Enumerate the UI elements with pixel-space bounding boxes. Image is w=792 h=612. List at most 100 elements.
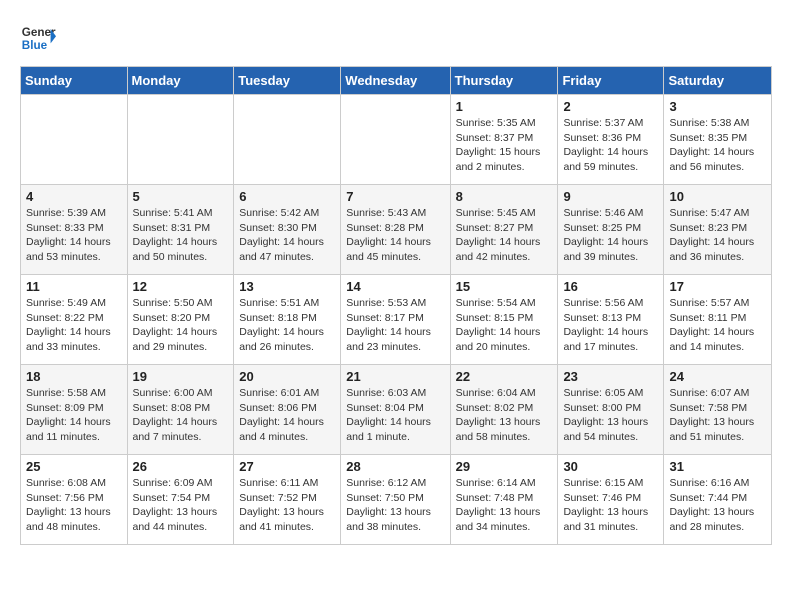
- day-cell: [21, 95, 128, 185]
- day-cell: 22 Sunrise: 6:04 AM Sunset: 8:02 PM Dayli…: [450, 365, 558, 455]
- day-number: 30: [563, 459, 658, 474]
- day-info: Sunrise: 5:47 AM Sunset: 8:23 PM Dayligh…: [669, 206, 766, 265]
- day-info: Sunrise: 6:03 AM Sunset: 8:04 PM Dayligh…: [346, 386, 444, 445]
- day-number: 4: [26, 189, 122, 204]
- day-number: 12: [133, 279, 229, 294]
- day-cell: 7 Sunrise: 5:43 AM Sunset: 8:28 PM Daylig…: [341, 185, 450, 275]
- day-number: 2: [563, 99, 658, 114]
- day-cell: 15 Sunrise: 5:54 AM Sunset: 8:15 PM Dayli…: [450, 275, 558, 365]
- week-row-5: 25 Sunrise: 6:08 AM Sunset: 7:56 PM Dayli…: [21, 455, 772, 545]
- day-cell: 2 Sunrise: 5:37 AM Sunset: 8:36 PM Daylig…: [558, 95, 664, 185]
- weekday-header-monday: Monday: [127, 67, 234, 95]
- day-number: 21: [346, 369, 444, 384]
- day-number: 15: [456, 279, 553, 294]
- day-cell: [127, 95, 234, 185]
- day-number: 18: [26, 369, 122, 384]
- calendar-table: SundayMondayTuesdayWednesdayThursdayFrid…: [20, 66, 772, 545]
- day-info: Sunrise: 5:56 AM Sunset: 8:13 PM Dayligh…: [563, 296, 658, 355]
- day-info: Sunrise: 5:53 AM Sunset: 8:17 PM Dayligh…: [346, 296, 444, 355]
- day-info: Sunrise: 6:07 AM Sunset: 7:58 PM Dayligh…: [669, 386, 766, 445]
- day-cell: 12 Sunrise: 5:50 AM Sunset: 8:20 PM Dayli…: [127, 275, 234, 365]
- day-number: 16: [563, 279, 658, 294]
- day-info: Sunrise: 6:05 AM Sunset: 8:00 PM Dayligh…: [563, 386, 658, 445]
- day-cell: 29 Sunrise: 6:14 AM Sunset: 7:48 PM Dayli…: [450, 455, 558, 545]
- day-info: Sunrise: 5:42 AM Sunset: 8:30 PM Dayligh…: [239, 206, 335, 265]
- day-info: Sunrise: 5:43 AM Sunset: 8:28 PM Dayligh…: [346, 206, 444, 265]
- day-cell: 3 Sunrise: 5:38 AM Sunset: 8:35 PM Daylig…: [664, 95, 772, 185]
- day-cell: 8 Sunrise: 5:45 AM Sunset: 8:27 PM Daylig…: [450, 185, 558, 275]
- day-cell: 13 Sunrise: 5:51 AM Sunset: 8:18 PM Dayli…: [234, 275, 341, 365]
- day-cell: 16 Sunrise: 5:56 AM Sunset: 8:13 PM Dayli…: [558, 275, 664, 365]
- day-number: 8: [456, 189, 553, 204]
- day-info: Sunrise: 5:54 AM Sunset: 8:15 PM Dayligh…: [456, 296, 553, 355]
- day-cell: 1Sunrise: 5:35 AM Sunset: 8:37 PM Daylig…: [450, 95, 558, 185]
- day-info: Sunrise: 5:38 AM Sunset: 8:35 PM Dayligh…: [669, 116, 766, 175]
- day-cell: 23Sunrise: 6:05 AM Sunset: 8:00 PM Dayli…: [558, 365, 664, 455]
- day-number: 27: [239, 459, 335, 474]
- day-number: 31: [669, 459, 766, 474]
- day-info: Sunrise: 6:15 AM Sunset: 7:46 PM Dayligh…: [563, 476, 658, 535]
- day-number: 9: [563, 189, 658, 204]
- day-cell: 4 Sunrise: 5:39 AM Sunset: 8:33 PM Daylig…: [21, 185, 128, 275]
- week-row-3: 11Sunrise: 5:49 AM Sunset: 8:22 PM Dayli…: [21, 275, 772, 365]
- day-cell: 25 Sunrise: 6:08 AM Sunset: 7:56 PM Dayli…: [21, 455, 128, 545]
- day-cell: 11Sunrise: 5:49 AM Sunset: 8:22 PM Dayli…: [21, 275, 128, 365]
- day-cell: 9 Sunrise: 5:46 AM Sunset: 8:25 PM Daylig…: [558, 185, 664, 275]
- day-info: Sunrise: 6:12 AM Sunset: 7:50 PM Dayligh…: [346, 476, 444, 535]
- day-number: 20: [239, 369, 335, 384]
- day-info: Sunrise: 5:39 AM Sunset: 8:33 PM Dayligh…: [26, 206, 122, 265]
- day-number: 17: [669, 279, 766, 294]
- weekday-header-wednesday: Wednesday: [341, 67, 450, 95]
- day-info: Sunrise: 6:14 AM Sunset: 7:48 PM Dayligh…: [456, 476, 553, 535]
- day-info: Sunrise: 6:04 AM Sunset: 8:02 PM Dayligh…: [456, 386, 553, 445]
- day-number: 14: [346, 279, 444, 294]
- day-info: Sunrise: 6:01 AM Sunset: 8:06 PM Dayligh…: [239, 386, 335, 445]
- day-cell: 17 Sunrise: 5:57 AM Sunset: 8:11 PM Dayli…: [664, 275, 772, 365]
- day-number: 19: [133, 369, 229, 384]
- weekday-header-saturday: Saturday: [664, 67, 772, 95]
- day-number: 22: [456, 369, 553, 384]
- day-cell: 5 Sunrise: 5:41 AM Sunset: 8:31 PM Daylig…: [127, 185, 234, 275]
- day-info: Sunrise: 5:51 AM Sunset: 8:18 PM Dayligh…: [239, 296, 335, 355]
- day-number: 28: [346, 459, 444, 474]
- day-info: Sunrise: 5:46 AM Sunset: 8:25 PM Dayligh…: [563, 206, 658, 265]
- week-row-4: 18Sunrise: 5:58 AM Sunset: 8:09 PM Dayli…: [21, 365, 772, 455]
- weekday-header-row: SundayMondayTuesdayWednesdayThursdayFrid…: [21, 67, 772, 95]
- week-row-1: 1Sunrise: 5:35 AM Sunset: 8:37 PM Daylig…: [21, 95, 772, 185]
- day-number: 26: [133, 459, 229, 474]
- day-info: Sunrise: 5:45 AM Sunset: 8:27 PM Dayligh…: [456, 206, 553, 265]
- day-number: 11: [26, 279, 122, 294]
- day-cell: 10Sunrise: 5:47 AM Sunset: 8:23 PM Dayli…: [664, 185, 772, 275]
- day-cell: 27 Sunrise: 6:11 AM Sunset: 7:52 PM Dayli…: [234, 455, 341, 545]
- day-info: Sunrise: 5:41 AM Sunset: 8:31 PM Dayligh…: [133, 206, 229, 265]
- page-header: General Blue: [20, 20, 772, 56]
- day-info: Sunrise: 5:37 AM Sunset: 8:36 PM Dayligh…: [563, 116, 658, 175]
- weekday-header-tuesday: Tuesday: [234, 67, 341, 95]
- day-cell: 6 Sunrise: 5:42 AM Sunset: 8:30 PM Daylig…: [234, 185, 341, 275]
- day-number: 6: [239, 189, 335, 204]
- day-cell: [341, 95, 450, 185]
- logo: General Blue: [20, 20, 56, 56]
- day-number: 25: [26, 459, 122, 474]
- svg-text:Blue: Blue: [22, 39, 48, 52]
- day-info: Sunrise: 5:50 AM Sunset: 8:20 PM Dayligh…: [133, 296, 229, 355]
- day-info: Sunrise: 6:00 AM Sunset: 8:08 PM Dayligh…: [133, 386, 229, 445]
- day-info: Sunrise: 5:57 AM Sunset: 8:11 PM Dayligh…: [669, 296, 766, 355]
- day-number: 29: [456, 459, 553, 474]
- week-row-2: 4 Sunrise: 5:39 AM Sunset: 8:33 PM Daylig…: [21, 185, 772, 275]
- day-cell: [234, 95, 341, 185]
- day-number: 1: [456, 99, 553, 114]
- day-cell: 21 Sunrise: 6:03 AM Sunset: 8:04 PM Dayli…: [341, 365, 450, 455]
- logo-icon: General Blue: [20, 20, 56, 56]
- weekday-header-sunday: Sunday: [21, 67, 128, 95]
- day-cell: 19 Sunrise: 6:00 AM Sunset: 8:08 PM Dayli…: [127, 365, 234, 455]
- day-number: 7: [346, 189, 444, 204]
- weekday-header-thursday: Thursday: [450, 67, 558, 95]
- day-info: Sunrise: 6:11 AM Sunset: 7:52 PM Dayligh…: [239, 476, 335, 535]
- day-number: 3: [669, 99, 766, 114]
- day-info: Sunrise: 6:08 AM Sunset: 7:56 PM Dayligh…: [26, 476, 122, 535]
- day-number: 5: [133, 189, 229, 204]
- day-cell: 30 Sunrise: 6:15 AM Sunset: 7:46 PM Dayli…: [558, 455, 664, 545]
- day-number: 13: [239, 279, 335, 294]
- day-info: Sunrise: 6:16 AM Sunset: 7:44 PM Dayligh…: [669, 476, 766, 535]
